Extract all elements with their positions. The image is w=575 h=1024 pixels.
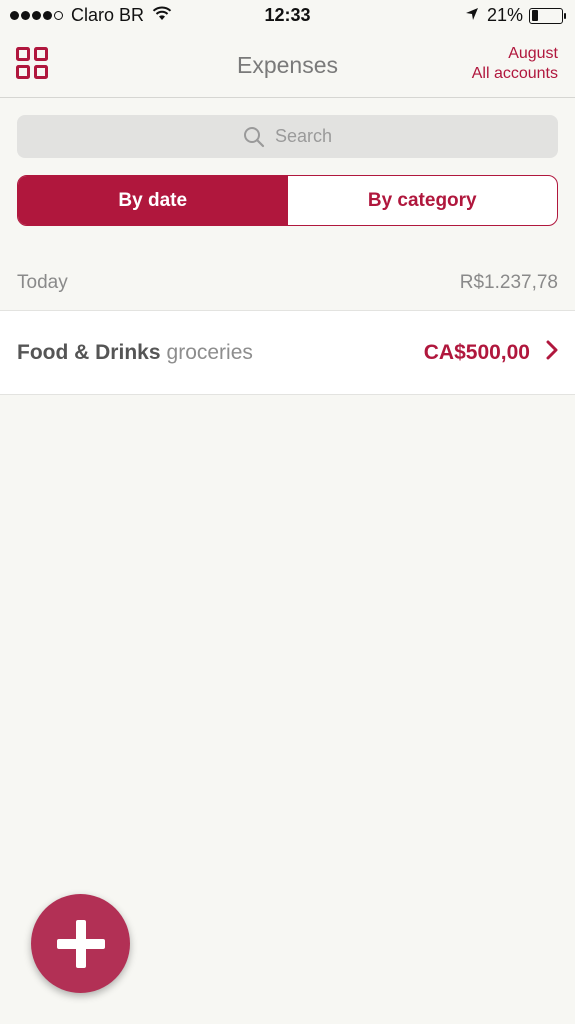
search-input[interactable]: Search bbox=[17, 115, 558, 158]
status-bar: Claro BR 12:33 21% bbox=[0, 0, 575, 32]
search-icon bbox=[243, 126, 265, 147]
tab-by-category[interactable]: By category bbox=[288, 176, 558, 225]
battery-percent: 21% bbox=[486, 5, 523, 25]
location-arrow-icon bbox=[465, 5, 479, 26]
chevron-right-icon bbox=[546, 340, 558, 365]
period-account-selector[interactable]: August All accounts bbox=[472, 44, 558, 84]
battery-level bbox=[531, 10, 538, 21]
battery-icon bbox=[529, 7, 566, 24]
search-placeholder: Search bbox=[274, 126, 333, 146]
expense-row[interactable]: Food & Drinks groceries CA$500,00 bbox=[0, 310, 575, 395]
plus-icon bbox=[56, 919, 105, 968]
tab-by-date[interactable]: By date bbox=[18, 176, 288, 225]
section-header: Today R$1.237,78 bbox=[17, 272, 558, 294]
expense-note: groceries bbox=[166, 340, 253, 364]
view-toggle: By date By category bbox=[17, 175, 558, 226]
add-expense-button[interactable] bbox=[31, 894, 130, 993]
period-label[interactable]: August bbox=[472, 44, 558, 64]
section-total: R$1.237,78 bbox=[459, 272, 558, 293]
expense-category: Food & Drinks bbox=[17, 340, 161, 364]
account-filter-label[interactable]: All accounts bbox=[472, 64, 558, 84]
status-right: 21% bbox=[465, 5, 566, 26]
expense-amount: CA$500,00 bbox=[423, 340, 530, 364]
section-date-label: Today bbox=[17, 272, 68, 293]
nav-bar: Expenses August All accounts bbox=[0, 32, 575, 98]
